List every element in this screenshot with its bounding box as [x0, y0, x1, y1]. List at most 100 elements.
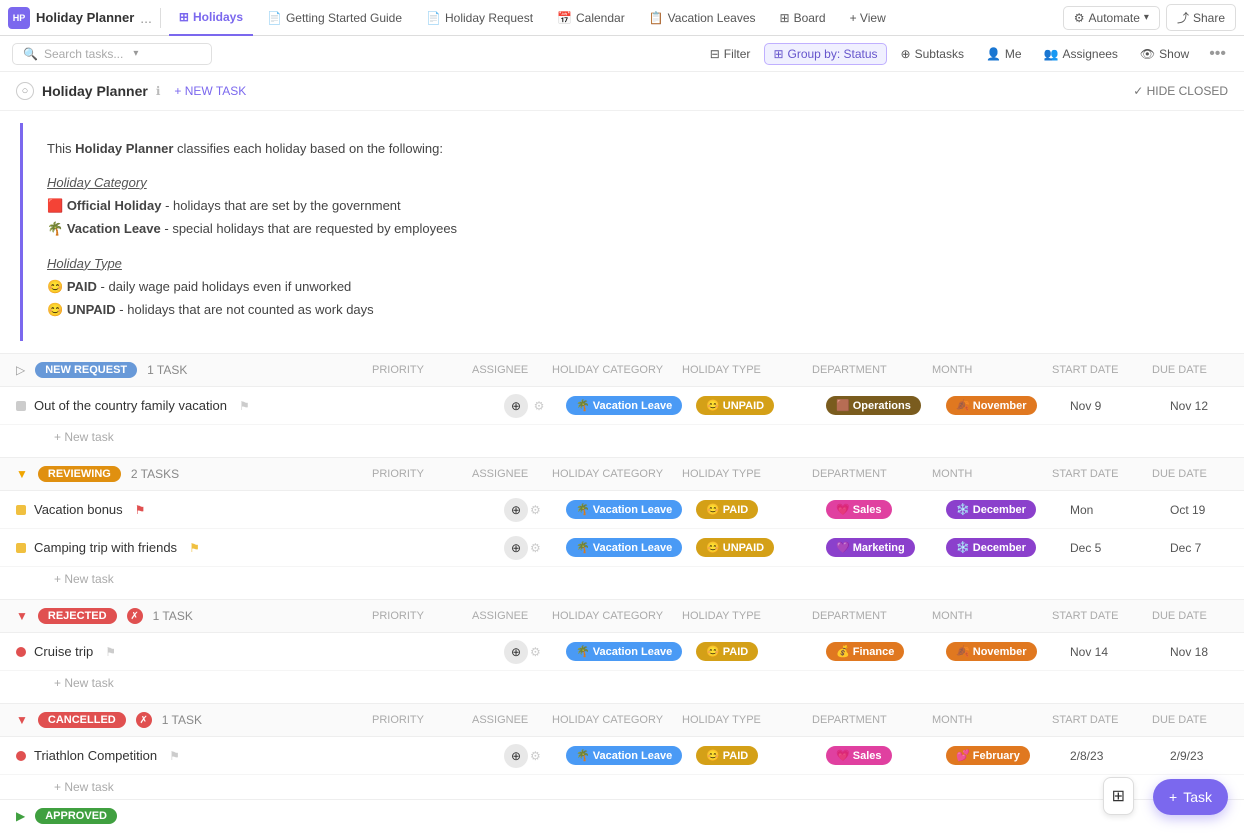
more-options-button[interactable]: ••• — [1203, 43, 1232, 65]
group-rejected: ▼ REJECTED ✗ 1 TASK PRIORITY ASSIGNEE HO… — [0, 599, 1244, 695]
tab-vacation-leaves[interactable]: 📋 Vacation Leaves — [639, 0, 766, 36]
month-pill: ❄️ December — [946, 538, 1036, 557]
chevron-down-icon: ▾ — [1144, 12, 1149, 23]
table-row: Camping trip with friends ⚑ ⊕ ⚙ 🌴 Vacati… — [0, 529, 1244, 567]
new-task-button[interactable]: + NEW TASK — [168, 82, 252, 100]
task-dot — [16, 543, 26, 553]
flag-icon: ⚑ — [105, 645, 116, 659]
table-row: Vacation bonus ⚑ ⊕ ⚙ 🌴 Vacation Leave 😊 … — [0, 491, 1244, 529]
assignee-avatar: ⊕ — [504, 498, 528, 522]
holiday-type-pill: 😊 UNPAID — [696, 538, 774, 557]
filter-button[interactable]: ⊟ Filter — [702, 44, 759, 64]
col-start: START DATE — [1048, 364, 1148, 376]
due-date: Nov 12 — [1166, 399, 1244, 413]
count-cancelled: 1 TASK — [162, 713, 202, 727]
dept-pill: 💗 Sales — [826, 500, 892, 519]
dept-pill: 💰 Finance — [826, 642, 904, 661]
assignees-button[interactable]: 👥 Assignees — [1036, 44, 1126, 64]
holiday-cat-pill: 🌴 Vacation Leave — [566, 396, 682, 415]
subtasks-button[interactable]: ⊕ Subtasks — [893, 44, 972, 64]
holiday-cat-pill: 🌴 Vacation Leave — [566, 538, 682, 557]
calendar-icon: 📅 — [557, 11, 572, 25]
board-icon: ⊞ — [780, 11, 790, 25]
holidays-icon: ⊞ — [179, 10, 189, 24]
tab-getting-started[interactable]: 📄 Getting Started Guide — [257, 0, 412, 36]
gear-icon: ⚙ — [530, 397, 548, 415]
search-box[interactable]: 🔍 Search tasks... ▾ — [12, 43, 212, 65]
count-new-request: 1 TASK — [147, 363, 187, 377]
group-by-button[interactable]: ⊞ Group by: Status — [764, 43, 886, 65]
task-dot — [16, 505, 26, 515]
col-month: MONTH — [928, 364, 1048, 376]
search-input[interactable]: Search tasks... — [44, 47, 123, 61]
tab-view[interactable]: + View — [840, 0, 896, 36]
add-task-row[interactable]: + New task — [0, 775, 1244, 799]
dept-pill: 🟫 Operations — [826, 396, 921, 415]
assignee-avatar: ⊕ — [504, 536, 528, 560]
holiday-type-pill: 😊 PAID — [696, 500, 758, 519]
task-name[interactable]: Triathlon Competition — [34, 748, 157, 763]
task-name[interactable]: Out of the country family vacation — [34, 398, 227, 413]
gear-icon: ⚙ — [530, 645, 548, 659]
nav-dots[interactable]: ... — [140, 10, 152, 26]
month-pill: 🍂 November — [946, 642, 1037, 661]
hide-closed-button[interactable]: ✓ HIDE CLOSED — [1133, 84, 1228, 98]
tab-board[interactable]: ⊞ Board — [770, 0, 836, 36]
table-row: Cruise trip ⚑ ⊕ ⚙ 🌴 Vacation Leave 😊 PAI… — [0, 633, 1244, 671]
desc-item-unpaid: 😊 UNPAID - holidays that are not counted… — [47, 298, 1200, 321]
collapse-button[interactable]: ○ — [16, 82, 34, 100]
grid-view-button[interactable]: ⊞ — [1103, 777, 1134, 815]
tab-calendar[interactable]: 📅 Calendar — [547, 0, 635, 36]
new-task-fab[interactable]: + Task — [1153, 779, 1228, 815]
table-row: Out of the country family vacation ⚑ ⊕ ⚙… — [0, 387, 1244, 425]
collapse-icon-stub[interactable]: ▶ — [16, 809, 25, 823]
add-task-row[interactable]: + New task — [0, 567, 1244, 591]
table-row: Triathlon Competition ⚑ ⊕ ⚙ 🌴 Vacation L… — [0, 737, 1244, 775]
holiday-type-title: Holiday Type — [47, 256, 1200, 271]
collapse-icon-new-request[interactable]: ▷ — [16, 363, 25, 377]
col-dept: DEPARTMENT — [808, 364, 928, 376]
add-task-row[interactable]: + New task — [0, 671, 1244, 695]
info-icon[interactable]: ℹ — [156, 84, 161, 98]
group-cancelled: ▼ CANCELLED ✗ 1 TASK PRIORITY ASSIGNEE H… — [0, 703, 1244, 799]
bottom-group-stub: ▶ APPROVED — [0, 799, 1244, 832]
group-header-cancelled: ▼ CANCELLED ✗ 1 TASK PRIORITY ASSIGNEE H… — [0, 703, 1244, 737]
grid-icon: ⊞ — [1112, 786, 1125, 806]
subtasks-icon: ⊕ — [901, 47, 911, 61]
main-content: ○ Holiday Planner ℹ + NEW TASK ✓ HIDE CL… — [0, 72, 1244, 835]
assignee-avatar: ⊕ — [504, 640, 528, 664]
task-name-cell: Vacation bonus ⚑ — [16, 502, 386, 517]
task-name[interactable]: Cruise trip — [34, 644, 93, 659]
eye-icon: 👁 — [1140, 47, 1155, 61]
page-header: ○ Holiday Planner ℹ + NEW TASK ✓ HIDE CL… — [0, 72, 1244, 111]
holiday-cat-pill: 🌴 Vacation Leave — [566, 500, 682, 519]
show-button[interactable]: 👁 Show — [1132, 44, 1197, 64]
description-box: This Holiday Planner classifies each hol… — [20, 123, 1224, 341]
add-task-row[interactable]: + New task — [0, 425, 1244, 449]
assignee-avatar: ⊕ — [504, 744, 528, 768]
tab-holidays[interactable]: ⊞ Holidays — [169, 0, 253, 36]
collapse-icon-cancelled[interactable]: ▼ — [16, 713, 28, 727]
share-button[interactable]: ⤴ Share — [1166, 4, 1236, 31]
me-button[interactable]: 👤 Me — [978, 44, 1030, 64]
tab-holiday-request[interactable]: 📄 Holiday Request — [416, 0, 543, 36]
collapse-icon-rejected[interactable]: ▼ — [16, 609, 28, 623]
holiday-type-pill: 😊 PAID — [696, 642, 758, 661]
desc-item-vacation: 🌴 Vacation Leave - special holidays that… — [47, 217, 1200, 240]
automate-button[interactable]: ⚙ Automate ▾ — [1063, 6, 1160, 30]
col-holiday-cat: HOLIDAY CATEGORY — [548, 364, 678, 376]
automate-icon: ⚙ — [1074, 11, 1085, 25]
collapse-icon-reviewing[interactable]: ▼ — [16, 467, 28, 481]
doc-icon-2: 📄 — [426, 11, 441, 25]
group-header-rejected: ▼ REJECTED ✗ 1 TASK PRIORITY ASSIGNEE HO… — [0, 599, 1244, 633]
task-name[interactable]: Vacation bonus — [34, 502, 123, 517]
holiday-cat-pill: 🌴 Vacation Leave — [566, 642, 682, 661]
toolbar: 🔍 Search tasks... ▾ ⊟ Filter ⊞ Group by:… — [0, 36, 1244, 72]
desc-item-paid: 😊 PAID - daily wage paid holidays even i… — [47, 275, 1200, 298]
badge-new-request: NEW REQUEST — [35, 362, 137, 378]
holiday-type-pill: 😊 UNPAID — [696, 396, 774, 415]
task-name-cell: Out of the country family vacation ⚑ — [16, 398, 386, 413]
flag-icon-red: ⚑ — [135, 503, 146, 517]
col-due: DUE DATE — [1148, 364, 1228, 376]
task-name[interactable]: Camping trip with friends — [34, 540, 177, 555]
